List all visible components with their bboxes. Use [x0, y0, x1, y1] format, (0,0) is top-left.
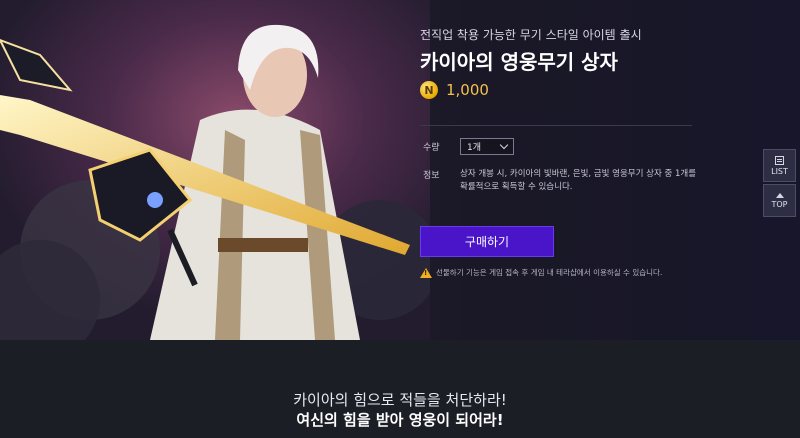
- gift-notice: 선물하기 기능은 게임 접속 후 게임 내 테라샵에서 이용하실 수 있습니다.: [420, 267, 662, 278]
- footer-tagline-2: 여신의 힘을 받아 영웅이 되어라!: [296, 411, 504, 429]
- quantity-select[interactable]: 1개: [460, 138, 514, 155]
- quantity-value: 1개: [467, 143, 482, 153]
- chevron-down-icon: [499, 140, 509, 150]
- list-icon: [775, 155, 784, 165]
- price-row: N 1,000: [420, 81, 489, 99]
- list-label: LIST: [771, 166, 788, 176]
- price-value: 1,000: [446, 81, 489, 99]
- footer-section: 카이아의 힘으로 적들을 처단하라! 여신의 힘을 받아 영웅이 되어라!: [0, 340, 800, 438]
- coin-icon: N: [420, 81, 438, 99]
- side-nav: LIST TOP: [763, 149, 796, 219]
- buy-button[interactable]: 구매하기: [420, 226, 554, 257]
- list-button[interactable]: LIST: [763, 149, 796, 182]
- top-label: TOP: [771, 199, 788, 209]
- product-info: 전직업 착용 가능한 무기 스타일 아이템 출시 카이아의 영웅무기 상자 N …: [420, 0, 700, 340]
- divider: [420, 125, 692, 126]
- info-description: 상자 개봉 시, 카이아의 빛바랜, 은빛, 금빛 영웅무기 상자 중 1개를 …: [460, 169, 697, 192]
- info-label: 정보: [423, 171, 440, 181]
- character-artwork: [0, 0, 430, 340]
- top-button[interactable]: TOP: [763, 184, 796, 217]
- gift-notice-text: 선물하기 기능은 게임 접속 후 게임 내 테라샵에서 이용하실 수 있습니다.: [436, 268, 663, 277]
- product-title: 카이아의 영웅무기 상자: [420, 50, 618, 74]
- warning-icon: [420, 267, 432, 278]
- quantity-label: 수량: [423, 143, 440, 153]
- arrow-up-icon: [775, 192, 784, 198]
- product-subtitle: 전직업 착용 가능한 무기 스타일 아이템 출시: [420, 28, 642, 42]
- hero-banner: 전직업 착용 가능한 무기 스타일 아이템 출시 카이아의 영웅무기 상자 N …: [0, 0, 800, 340]
- footer-tagline-1: 카이아의 힘으로 적들을 처단하라!: [293, 391, 507, 409]
